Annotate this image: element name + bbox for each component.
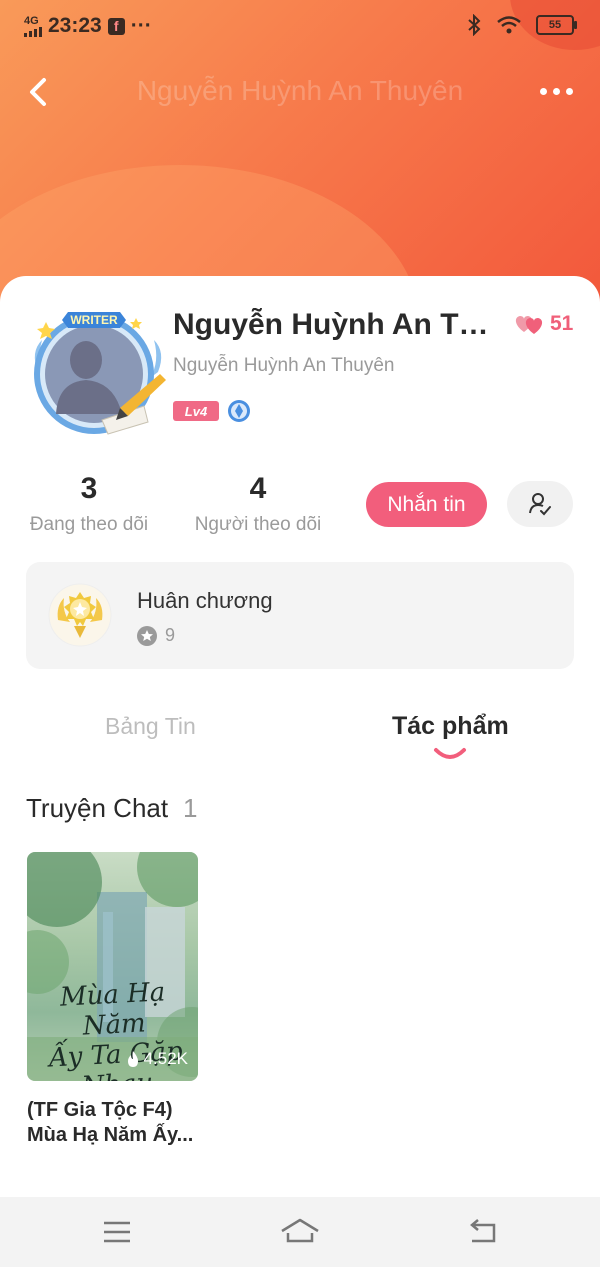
followers-count: 4 (249, 472, 267, 505)
nav-title: Nguyễn Huỳnh An Thuyên (136, 75, 464, 106)
back-icon[interactable] (466, 1217, 500, 1247)
avatar[interactable]: WRITER (28, 312, 168, 440)
tab-works[interactable]: Tác phẩm (392, 712, 509, 741)
follow-button[interactable] (507, 481, 573, 527)
menu-icon[interactable] (100, 1217, 134, 1247)
more-options-icon[interactable] (536, 80, 576, 102)
followers-label: Người theo dõi (194, 514, 322, 535)
medal-icon (48, 583, 112, 647)
story-cover[interactable]: Mùa Hạ Năm Ấy Ta Gặp Nhau 4.52K (27, 852, 198, 1081)
medals-count: 9 (137, 625, 175, 646)
wifi-icon (497, 16, 521, 34)
username: Nguyễn Huỳnh An Thuyên (173, 355, 395, 376)
section-count: 1 (183, 793, 198, 823)
tab-feed[interactable]: Bảng Tin (105, 713, 196, 740)
back-chevron-icon[interactable] (22, 72, 62, 112)
more-notifications-indicator: ··· (130, 14, 152, 37)
system-navigation-bar (0, 1197, 600, 1267)
likes-count: 51 (512, 312, 573, 336)
status-bar: 4G 23:23 f ··· 55 (0, 0, 600, 54)
profile-display-name: Nguyễn Huỳnh An Thu... (173, 308, 503, 341)
clock: 23:23 (48, 14, 102, 37)
home-icon[interactable] (280, 1217, 320, 1247)
medals-card[interactable]: Huân chương 9 (26, 562, 574, 669)
following-stat[interactable]: 3 Đang theo dõi (26, 472, 152, 536)
level-badge: Lv4 (173, 401, 219, 421)
user-check-icon (529, 493, 551, 516)
medals-title: Huân chương (137, 588, 273, 613)
message-button[interactable]: Nhắn tin (366, 482, 487, 527)
bluetooth-icon (468, 14, 481, 36)
following-label: Đang theo dõi (29, 514, 149, 535)
followers-stat[interactable]: 4 Người theo dõi (191, 472, 325, 536)
section-title: Truyện Chat (26, 793, 169, 823)
star-badge-icon (137, 625, 157, 646)
facebook-notification-icon: f (107, 17, 125, 35)
writer-verified-icon (228, 400, 250, 422)
hearts-icon (515, 316, 543, 334)
story-views: 4.52K (126, 1049, 188, 1069)
story-title[interactable]: (TF Gia Tộc F4) Mùa Hạ Năm Ấy... (27, 1098, 207, 1148)
active-tab-indicator (434, 748, 466, 759)
svg-text:WRITER: WRITER (70, 313, 118, 327)
flame-icon (127, 1051, 138, 1067)
following-count: 3 (80, 472, 98, 505)
battery-indicator: 55 (536, 15, 577, 35)
network-indicator: 4G (24, 15, 42, 37)
